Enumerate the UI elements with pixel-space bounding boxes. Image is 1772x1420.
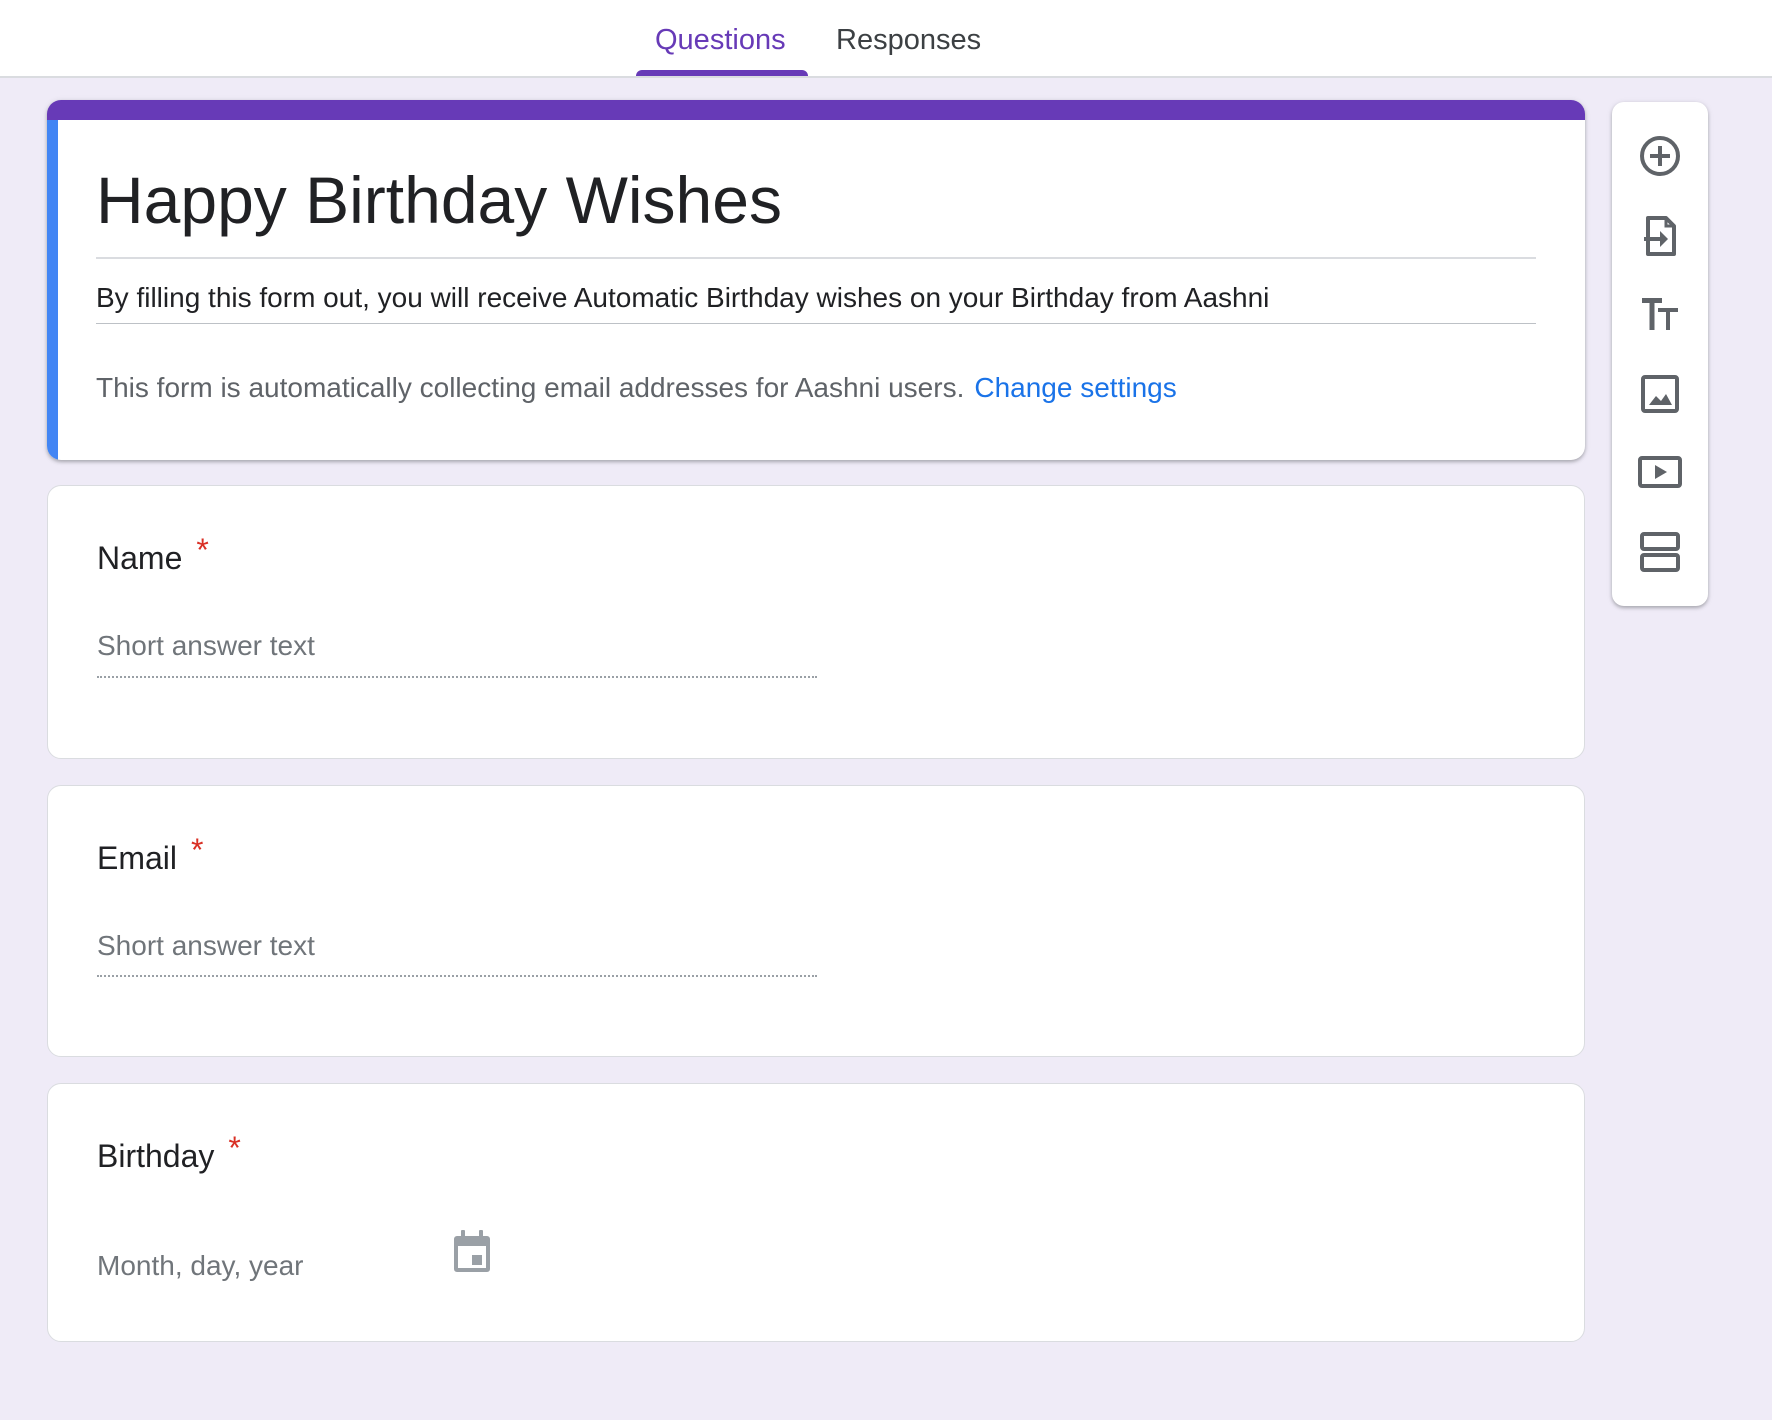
question-title-text: Birthday [97,1138,215,1174]
short-answer-underline [97,676,817,678]
email-collection-note: This form is automatically collecting em… [96,370,1177,406]
short-answer-underline [97,975,817,977]
question-title[interactable]: Email * [97,832,203,878]
tab-responses[interactable]: Responses [836,22,981,58]
question-card-name[interactable]: Name * Short answer text [47,485,1585,759]
add-video-icon[interactable] [1636,448,1684,496]
add-question-icon[interactable] [1636,132,1684,180]
header-focus-stripe [47,120,58,460]
question-title[interactable]: Birthday * [97,1130,241,1176]
question-toolbar [1612,102,1708,606]
description-underline [96,323,1536,324]
question-title-text: Name [97,540,183,576]
question-card-birthday[interactable]: Birthday * Month, day, year [47,1083,1585,1342]
short-answer-placeholder: Short answer text [97,630,315,661]
add-title-icon[interactable] [1636,290,1684,338]
required-asterisk: * [196,532,209,568]
question-card-email[interactable]: Email * Short answer text [47,785,1585,1057]
add-image-icon[interactable] [1636,370,1684,418]
email-note-text: This form is automatically collecting em… [96,372,965,403]
form-description[interactable]: By filling this form out, you will recei… [96,280,1269,316]
active-tab-indicator [636,70,808,76]
required-asterisk: * [228,1130,241,1166]
tab-questions[interactable]: Questions [655,22,786,58]
question-title[interactable]: Name * [97,532,209,578]
form-header-card[interactable]: Happy Birthday Wishes By filling this fo… [47,100,1585,460]
header-top-stripe [47,100,1585,120]
top-tab-bar: Questions Responses [0,0,1772,78]
short-answer-placeholder: Short answer text [97,930,315,961]
import-questions-icon[interactable] [1636,212,1684,260]
change-settings-link[interactable]: Change settings [974,372,1176,403]
question-title-text: Email [97,840,178,876]
add-section-icon[interactable] [1636,528,1684,576]
calendar-icon [452,1230,492,1274]
date-placeholder: Month, day, year [97,1250,304,1281]
required-asterisk: * [191,832,204,868]
form-title[interactable]: Happy Birthday Wishes [96,160,782,240]
title-underline [96,257,1536,259]
